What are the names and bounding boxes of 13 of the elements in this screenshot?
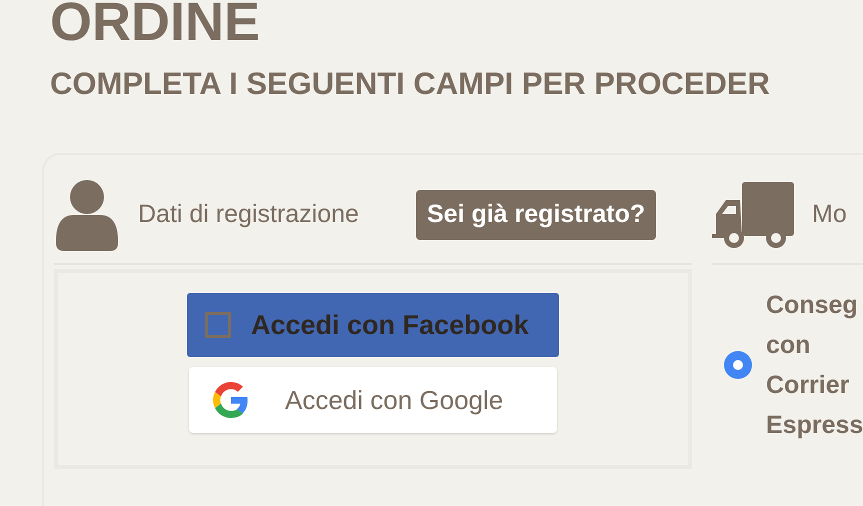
google-logo-icon bbox=[213, 382, 249, 418]
square-icon bbox=[205, 312, 231, 338]
user-icon bbox=[54, 179, 120, 251]
radio-button[interactable] bbox=[724, 351, 752, 379]
truck-icon bbox=[712, 182, 794, 248]
section-heading: Mo bbox=[812, 199, 847, 230]
login-button[interactable]: Sei già registrato? bbox=[416, 190, 656, 240]
google-login-button[interactable]: Accedi con Google bbox=[189, 367, 557, 433]
option-label: Conseg con Corrier Espress bbox=[766, 290, 861, 441]
facebook-login-button[interactable]: Accedi con Facebook bbox=[187, 293, 559, 357]
page-title: ORDINE bbox=[50, 0, 262, 54]
page-subtitle: COMPLETA I SEGUENTI CAMPI PER PROCEDER bbox=[50, 65, 771, 103]
section-heading: Dati di registrazione bbox=[138, 199, 360, 230]
